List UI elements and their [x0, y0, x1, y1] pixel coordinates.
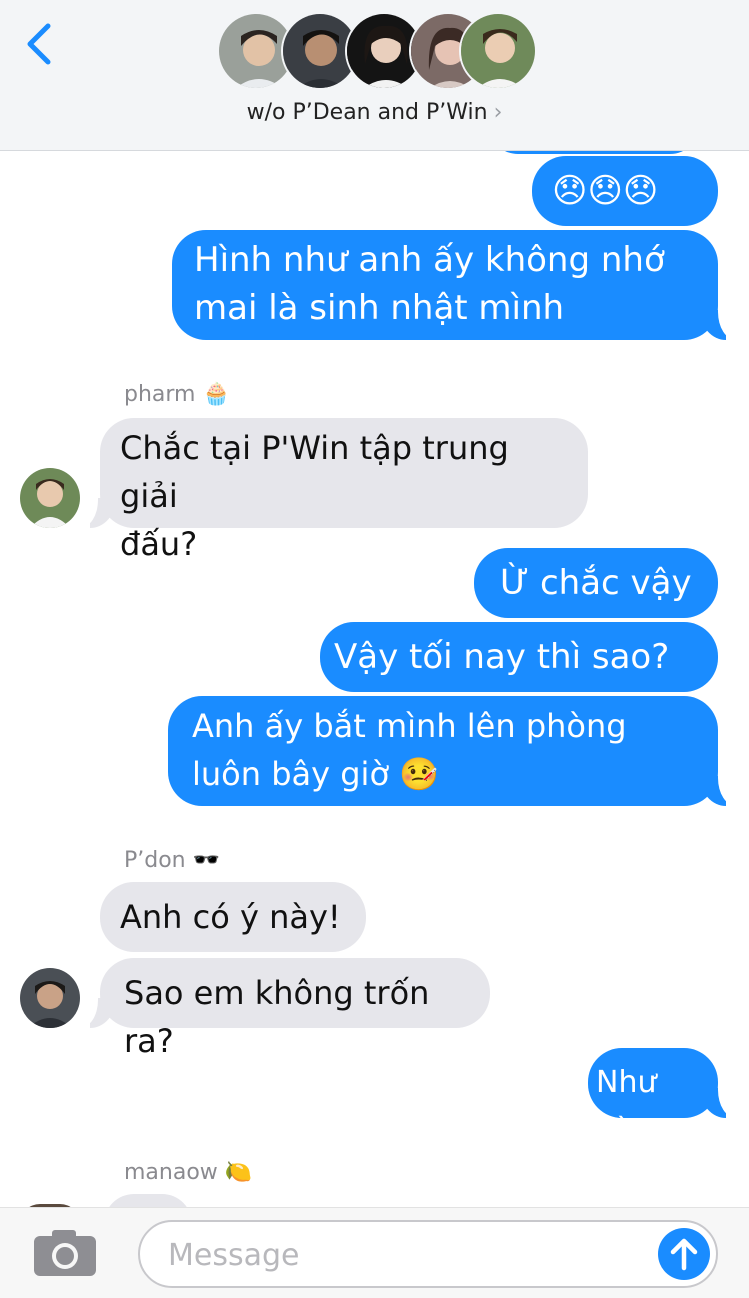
camera-icon: [34, 1230, 96, 1276]
bubble-tail: [700, 306, 740, 340]
bubble-tail: [700, 1084, 740, 1118]
message-bubble-received[interactable]: Sao em không trốn ra?: [100, 958, 490, 1060]
back-button[interactable]: [18, 18, 58, 70]
bubble-tail: [700, 772, 740, 806]
group-name-button[interactable]: w/o P’Dean and P’Win ›: [0, 100, 749, 125]
send-button[interactable]: [658, 1228, 710, 1280]
message-bubble-partial[interactable]: [104, 1194, 192, 1207]
message-text: Ừ chắc vậy: [500, 563, 692, 603]
avatar-pdon[interactable]: [20, 968, 80, 1028]
chevron-right-icon: ›: [493, 100, 503, 125]
message-text-line: Chắc tại P'Win tập trung giải: [120, 429, 509, 515]
conversation-header: w/o P’Dean and P’Win ›: [0, 0, 749, 151]
bubble-tail: [76, 494, 116, 528]
camera-button[interactable]: [32, 1228, 98, 1278]
sender-name: P’don 🕶️: [124, 848, 221, 873]
message-bubble-received[interactable]: Chắc tại P'Win tập trung giải đấu?: [100, 418, 588, 563]
arrow-up-icon: [670, 1238, 698, 1271]
message-thread[interactable]: 😞😞😞 Hình như anh ấy không nhớ mai là sin…: [0, 0, 749, 1207]
sender-name: pharm 🧁: [124, 382, 230, 407]
message-text: 😞😞😞: [552, 171, 659, 211]
message-text-line: luôn bây giờ 🤒: [192, 755, 440, 793]
bubble-tail: [76, 994, 116, 1028]
message-bubble-sent[interactable]: Anh ấy bắt mình lên phòng luôn bây giờ 🤒: [168, 696, 718, 806]
message-text-line: Hình như anh ấy không nhớ: [194, 240, 665, 280]
message-bubble-sent[interactable]: Vậy tối nay thì sao?: [320, 622, 718, 692]
message-bubble-sent[interactable]: Hình như anh ấy không nhớ mai là sinh nh…: [172, 230, 718, 340]
chevron-left-icon: [27, 23, 51, 65]
message-text: Sao em không trốn ra?: [124, 974, 430, 1060]
avatar-pharm[interactable]: [20, 468, 80, 528]
group-name-label: w/o P’Dean and P’Win: [246, 100, 488, 125]
message-bubble-received[interactable]: Anh có ý này!: [100, 882, 366, 952]
message-bubble-sent[interactable]: Như nào: [588, 1048, 718, 1148]
message-bubble-sent[interactable]: 😞😞😞: [532, 156, 718, 226]
message-text: Anh có ý này!: [120, 898, 341, 936]
compose-bar: [0, 1207, 749, 1298]
message-text: Vậy tối nay thì sao?: [334, 637, 670, 677]
group-avatars[interactable]: [217, 12, 537, 92]
sender-name: manaow 🍋: [124, 1160, 253, 1185]
message-text-line: Anh ấy bắt mình lên phòng: [192, 707, 627, 745]
message-text-line: mai là sinh nhật mình: [194, 288, 565, 328]
message-input[interactable]: [166, 1232, 650, 1278]
message-bubble-sent[interactable]: Ừ chắc vậy: [474, 548, 718, 618]
message-text: Như nào: [596, 1065, 657, 1148]
group-member-avatar: [459, 12, 537, 90]
message-input-field[interactable]: [138, 1220, 718, 1288]
